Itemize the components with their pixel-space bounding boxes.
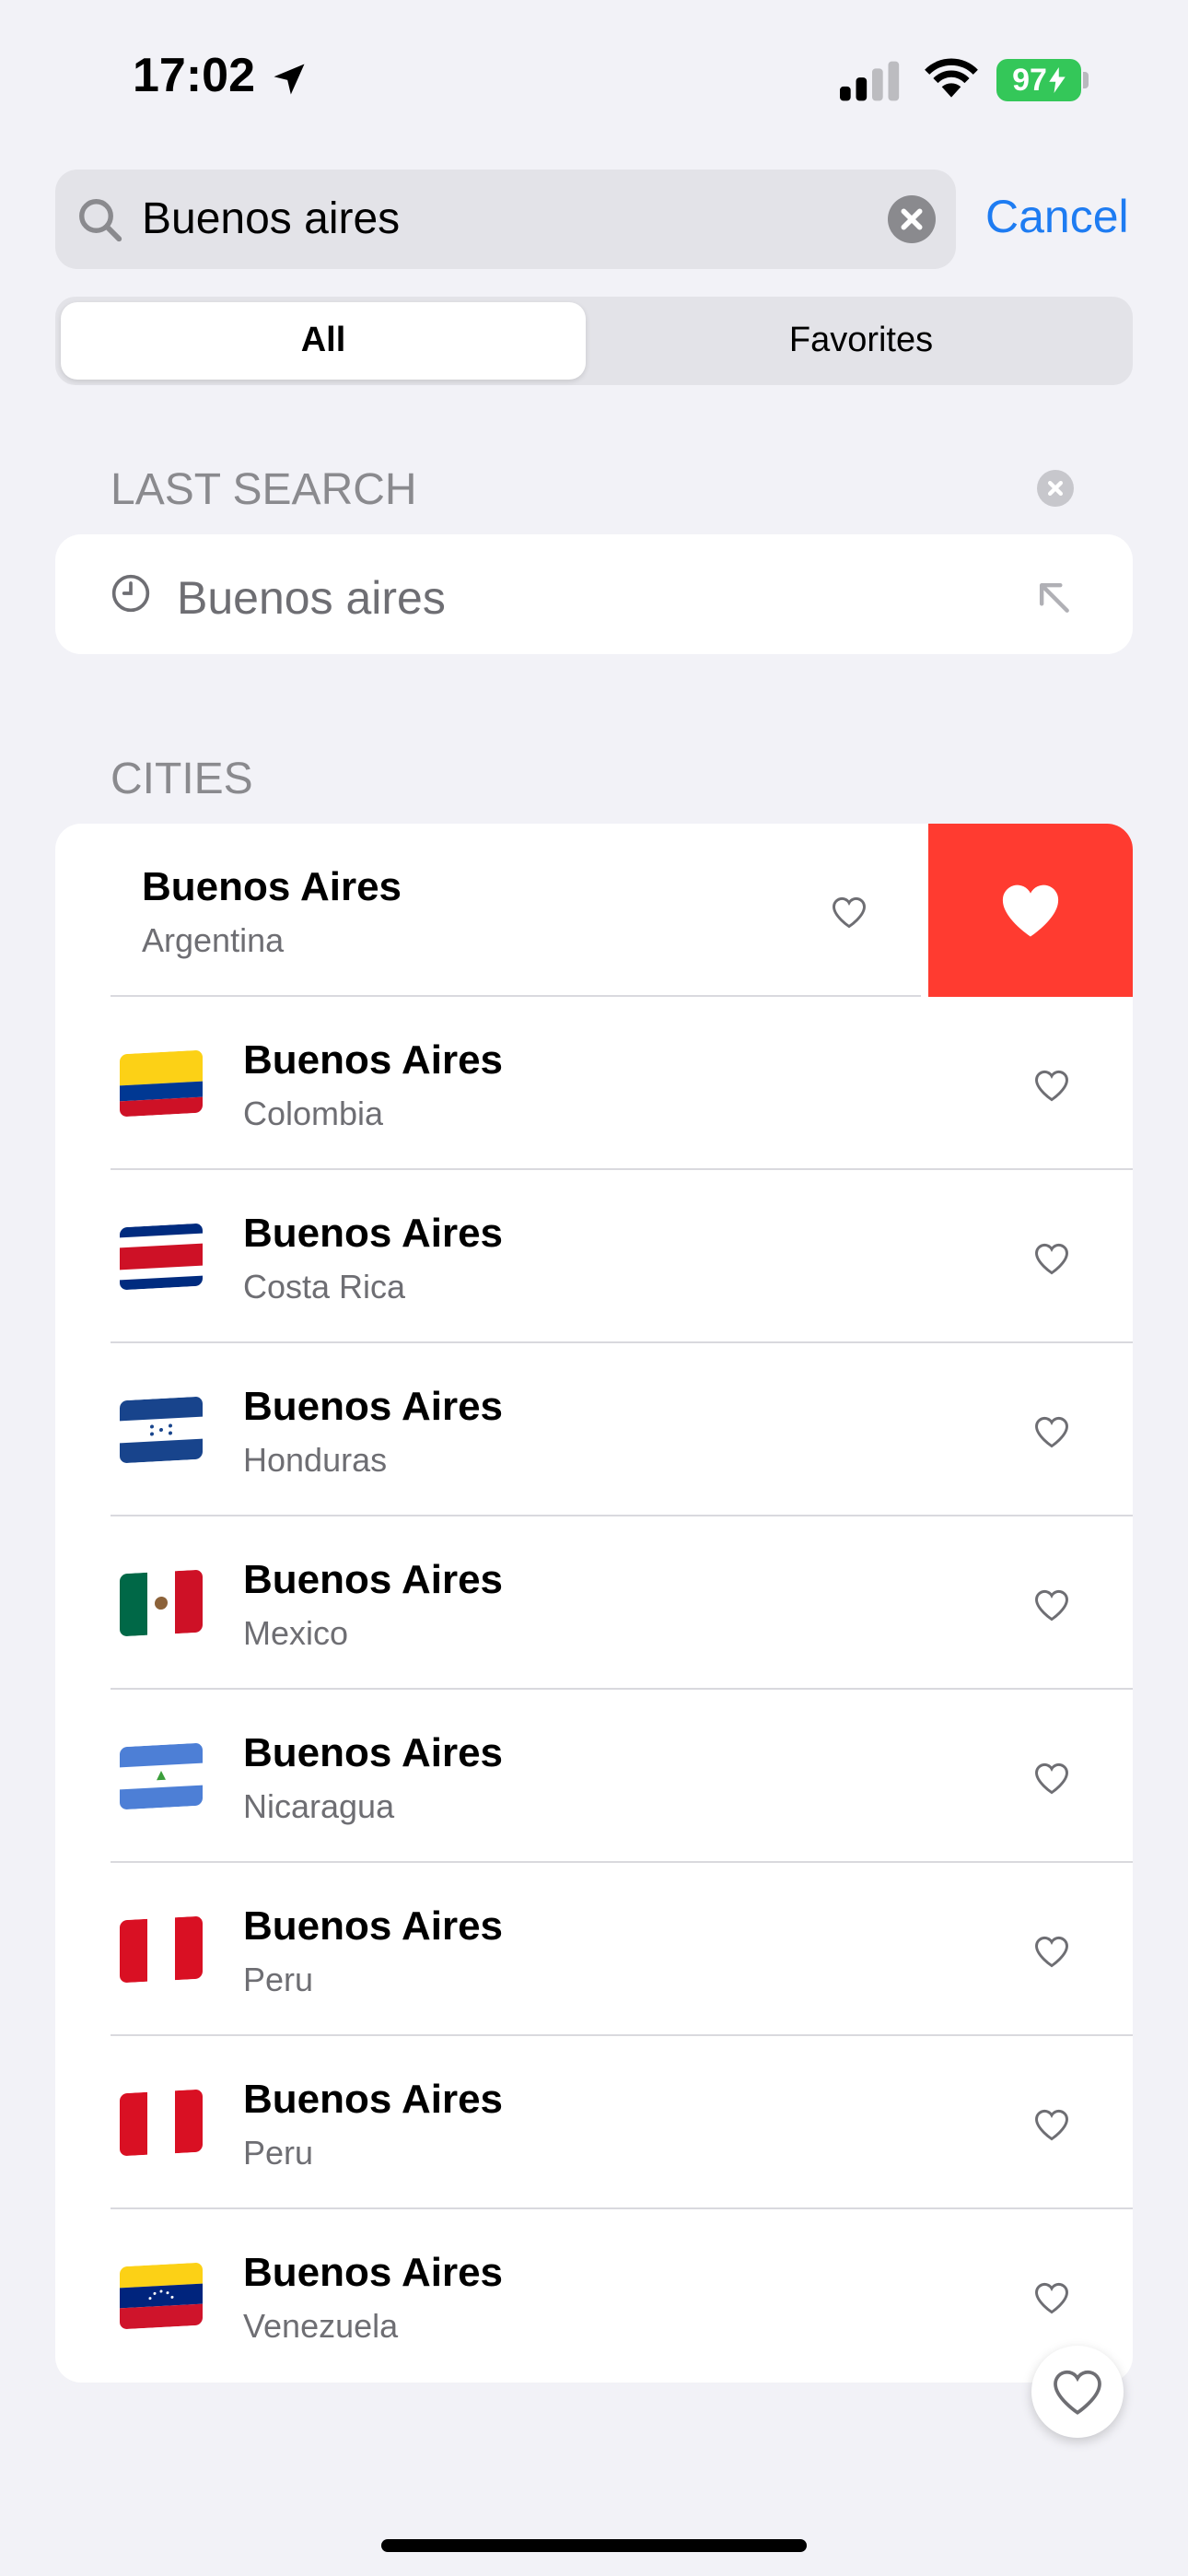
search-icon [79, 199, 122, 242]
heart-outline-icon[interactable] [829, 892, 869, 932]
status-time: 17:02 [133, 49, 255, 102]
clock-icon [111, 574, 150, 613]
country-name: Honduras [243, 1441, 388, 1479]
list-item[interactable]: Buenos Aires Mexico [55, 1516, 1133, 1690]
list-item[interactable]: Buenos Aires Costa Rica [55, 1170, 1133, 1343]
city-name: Buenos Aires [243, 1730, 504, 1775]
tab-all[interactable]: All [61, 321, 586, 360]
list-item[interactable]: Buenos Aires Peru [55, 1863, 1133, 2036]
heart-outline-icon[interactable] [1031, 1758, 1072, 1798]
favorites-fab-button[interactable] [1031, 2346, 1124, 2438]
list-item[interactable]: Buenos Aires Colombia [55, 997, 1133, 1170]
tab-favorites[interactable]: Favorites [589, 321, 1133, 360]
flag-honduras [120, 1396, 203, 1464]
flag-nicaragua [120, 1742, 203, 1810]
location-arrow-icon [274, 64, 305, 95]
battery-indicator: 97 [996, 59, 1081, 101]
city-name: Buenos Aires [243, 1557, 504, 1602]
battery-level: 97 [1012, 62, 1047, 98]
country-name: Mexico [243, 1614, 349, 1652]
heart-outline-icon[interactable] [1031, 2277, 1072, 2318]
heart-filled-icon [1002, 884, 1059, 937]
country-name: Nicaragua [243, 1787, 395, 1825]
heart-outline-icon[interactable] [1031, 1065, 1072, 1106]
heart-outline-icon[interactable] [1031, 1411, 1072, 1452]
close-icon [901, 208, 923, 230]
list-item[interactable]: Buenos Aires Peru [55, 2036, 1133, 2209]
wifi-icon [925, 58, 978, 98]
home-indicator[interactable] [381, 2539, 807, 2552]
city-name: Buenos Aires [243, 1211, 504, 1256]
city-name: Buenos Aires [243, 1037, 504, 1083]
battery-nub [1083, 72, 1089, 88]
country-name: Colombia [243, 1095, 384, 1132]
city-name: Buenos Aires [243, 2077, 504, 2122]
cellular-signal-icon [840, 61, 900, 101]
last-search-header: LAST SEARCH [111, 465, 417, 514]
list-item[interactable]: Buenos Aires Honduras [55, 1343, 1133, 1516]
clear-search-button[interactable] [888, 195, 936, 243]
city-name: Buenos Aires [142, 864, 402, 909]
country-name: Peru [243, 1961, 314, 1998]
city-name: Buenos Aires [243, 1384, 504, 1429]
country-name: Venezuela [243, 2307, 399, 2345]
heart-outline-icon[interactable] [1031, 2104, 1072, 2145]
flag-peru [120, 2089, 203, 2157]
heart-outline-icon[interactable] [1031, 1238, 1072, 1279]
last-search-text: Buenos aires [177, 572, 446, 624]
heart-outline-icon[interactable] [1031, 1585, 1072, 1625]
clear-last-search-button[interactable] [1037, 470, 1074, 507]
search-input[interactable]: Buenos aires [142, 193, 400, 244]
flag-venezuela [120, 2262, 203, 2330]
favorite-action-button[interactable] [928, 824, 1133, 997]
cities-header: CITIES [111, 755, 253, 803]
heart-outline-icon [1054, 2370, 1101, 2415]
charging-bolt-icon [1049, 67, 1066, 93]
close-icon [1048, 481, 1063, 496]
cities-list: Buenos Aires Argentina Buenos Aires Colo… [55, 824, 1133, 2383]
flag-costa-rica [120, 1223, 203, 1291]
swiped-row-content[interactable]: Buenos Aires Argentina [55, 824, 921, 997]
list-item[interactable]: Buenos Aires Nicaragua [55, 1690, 1133, 1863]
arrow-up-left-icon[interactable] [1033, 577, 1074, 617]
city-name: Buenos Aires [243, 1903, 504, 1949]
cancel-button[interactable]: Cancel [985, 190, 1129, 243]
list-item[interactable]: Buenos Aires Argentina [55, 824, 1133, 997]
list-item[interactable]: Buenos Aires Venezuela [55, 2209, 1133, 2383]
country-name: Peru [243, 2134, 314, 2172]
flag-colombia [120, 1049, 203, 1118]
flag-peru [120, 1915, 203, 1984]
country-name: Argentina [142, 921, 285, 959]
city-name: Buenos Aires [243, 2250, 504, 2295]
flag-mexico [120, 1569, 203, 1637]
country-name: Costa Rica [243, 1268, 406, 1306]
heart-outline-icon[interactable] [1031, 1931, 1072, 1972]
